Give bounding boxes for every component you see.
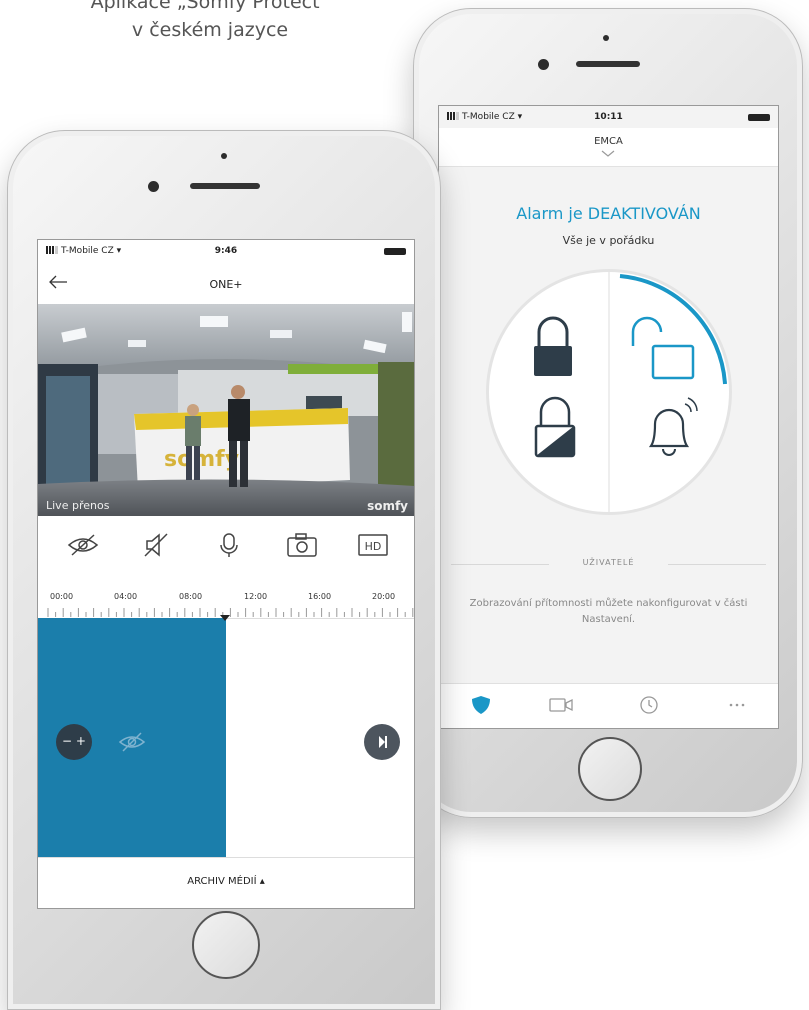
alarm-screen: T-Mobile CZ ▾ 10:11 EMCA Alarm je DEAKTI… xyxy=(438,105,779,729)
timeline-label: 20:00 xyxy=(372,592,396,601)
shield-icon[interactable] xyxy=(469,694,493,716)
video-frame: somfy xyxy=(38,304,414,516)
alarm-status-title: Alarm je DEAKTIVOVÁN xyxy=(516,204,701,223)
timeline-playhead[interactable] xyxy=(220,615,230,621)
proximity-sensor xyxy=(221,153,227,159)
more-dots-icon[interactable] xyxy=(725,694,749,716)
camera-screen: T-Mobile CZ ▾ 9:46 ONE+ somfy Live přeno… xyxy=(37,239,415,909)
microphone-icon[interactable] xyxy=(212,532,246,558)
earpiece-speaker xyxy=(190,183,260,189)
caption-line-2: v českém jazyce xyxy=(131,19,289,41)
camera-phone: T-Mobile CZ ▾ 9:46 ONE+ somfy Live přeno… xyxy=(7,130,441,1010)
users-section-label: UŽIVATELÉ xyxy=(582,558,635,567)
chevron-down-icon[interactable] xyxy=(601,150,615,158)
home-button[interactable] xyxy=(578,737,642,801)
status-bar: T-Mobile CZ ▾ 10:11 xyxy=(439,106,778,128)
history-clock-icon[interactable] xyxy=(637,694,661,716)
camera-title: ONE+ xyxy=(209,278,243,291)
snapshot-camera-icon[interactable] xyxy=(285,532,319,558)
timeline-label: 08:00 xyxy=(179,592,203,601)
home-button[interactable] xyxy=(192,911,260,979)
timeline-label: 04:00 xyxy=(114,592,138,601)
recording-timeline[interactable]: 00:00 04:00 08:00 12:00 16:00 20:00 xyxy=(38,576,414,619)
bottom-tab-bar xyxy=(439,683,778,728)
hd-quality-icon[interactable]: HD xyxy=(356,532,390,558)
users-section-divider: UŽIVATELÉ xyxy=(451,558,766,572)
mute-speaker-icon[interactable] xyxy=(139,532,173,558)
clock: 10:11 xyxy=(594,112,623,122)
proximity-sensor xyxy=(603,35,609,41)
privacy-eye-off-icon[interactable] xyxy=(66,532,100,558)
site-header[interactable]: EMCA xyxy=(439,128,778,167)
media-archive-bar[interactable]: ARCHIV MÉDIÍ ▴ xyxy=(38,857,414,908)
video-camera-icon[interactable] xyxy=(549,694,573,716)
battery-icon xyxy=(748,114,770,121)
caption: Aplikace „Somfy Protect“ v českém jazyce xyxy=(40,0,380,44)
site-title: EMCA xyxy=(594,136,623,147)
camera-controls: HD xyxy=(38,518,414,570)
skip-forward-icon xyxy=(379,736,387,748)
status-bar: T-Mobile CZ ▾ 9:46 xyxy=(38,240,414,262)
live-video-feed[interactable]: somfy Live přenos somfy xyxy=(38,304,414,516)
timeline-label: 16:00 xyxy=(308,592,332,601)
somfy-watermark: somfy xyxy=(367,499,408,513)
alarm-status-subtitle: Vše je v pořádku xyxy=(562,234,655,247)
alarm-phone: T-Mobile CZ ▾ 10:11 EMCA Alarm je DEAKTI… xyxy=(413,8,803,818)
camera-header: ONE+ xyxy=(38,262,414,306)
skip-to-live-button[interactable] xyxy=(364,724,400,760)
earpiece-speaker xyxy=(576,61,640,67)
privacy-eye-off-icon xyxy=(118,732,146,752)
battery-icon xyxy=(384,248,406,255)
alarm-mode-dial xyxy=(486,269,732,515)
caption-line-1: Aplikace „Somfy Protect“ xyxy=(90,0,330,13)
users-info-text: Zobrazování přítomnosti můžete nakonfigu… xyxy=(469,598,748,625)
scene-somfy-sign: somfy xyxy=(164,447,239,472)
front-camera xyxy=(148,181,159,192)
media-archive-label: ARCHIV MÉDIÍ ▴ xyxy=(187,876,265,887)
front-camera xyxy=(538,59,549,70)
timeline-label: 00:00 xyxy=(50,592,74,601)
live-label: Live přenos xyxy=(46,499,110,512)
timeline-label: 12:00 xyxy=(244,592,268,601)
hd-label: HD xyxy=(365,540,382,553)
zoom-button[interactable]: − + xyxy=(56,724,92,760)
clock: 9:46 xyxy=(214,246,238,256)
